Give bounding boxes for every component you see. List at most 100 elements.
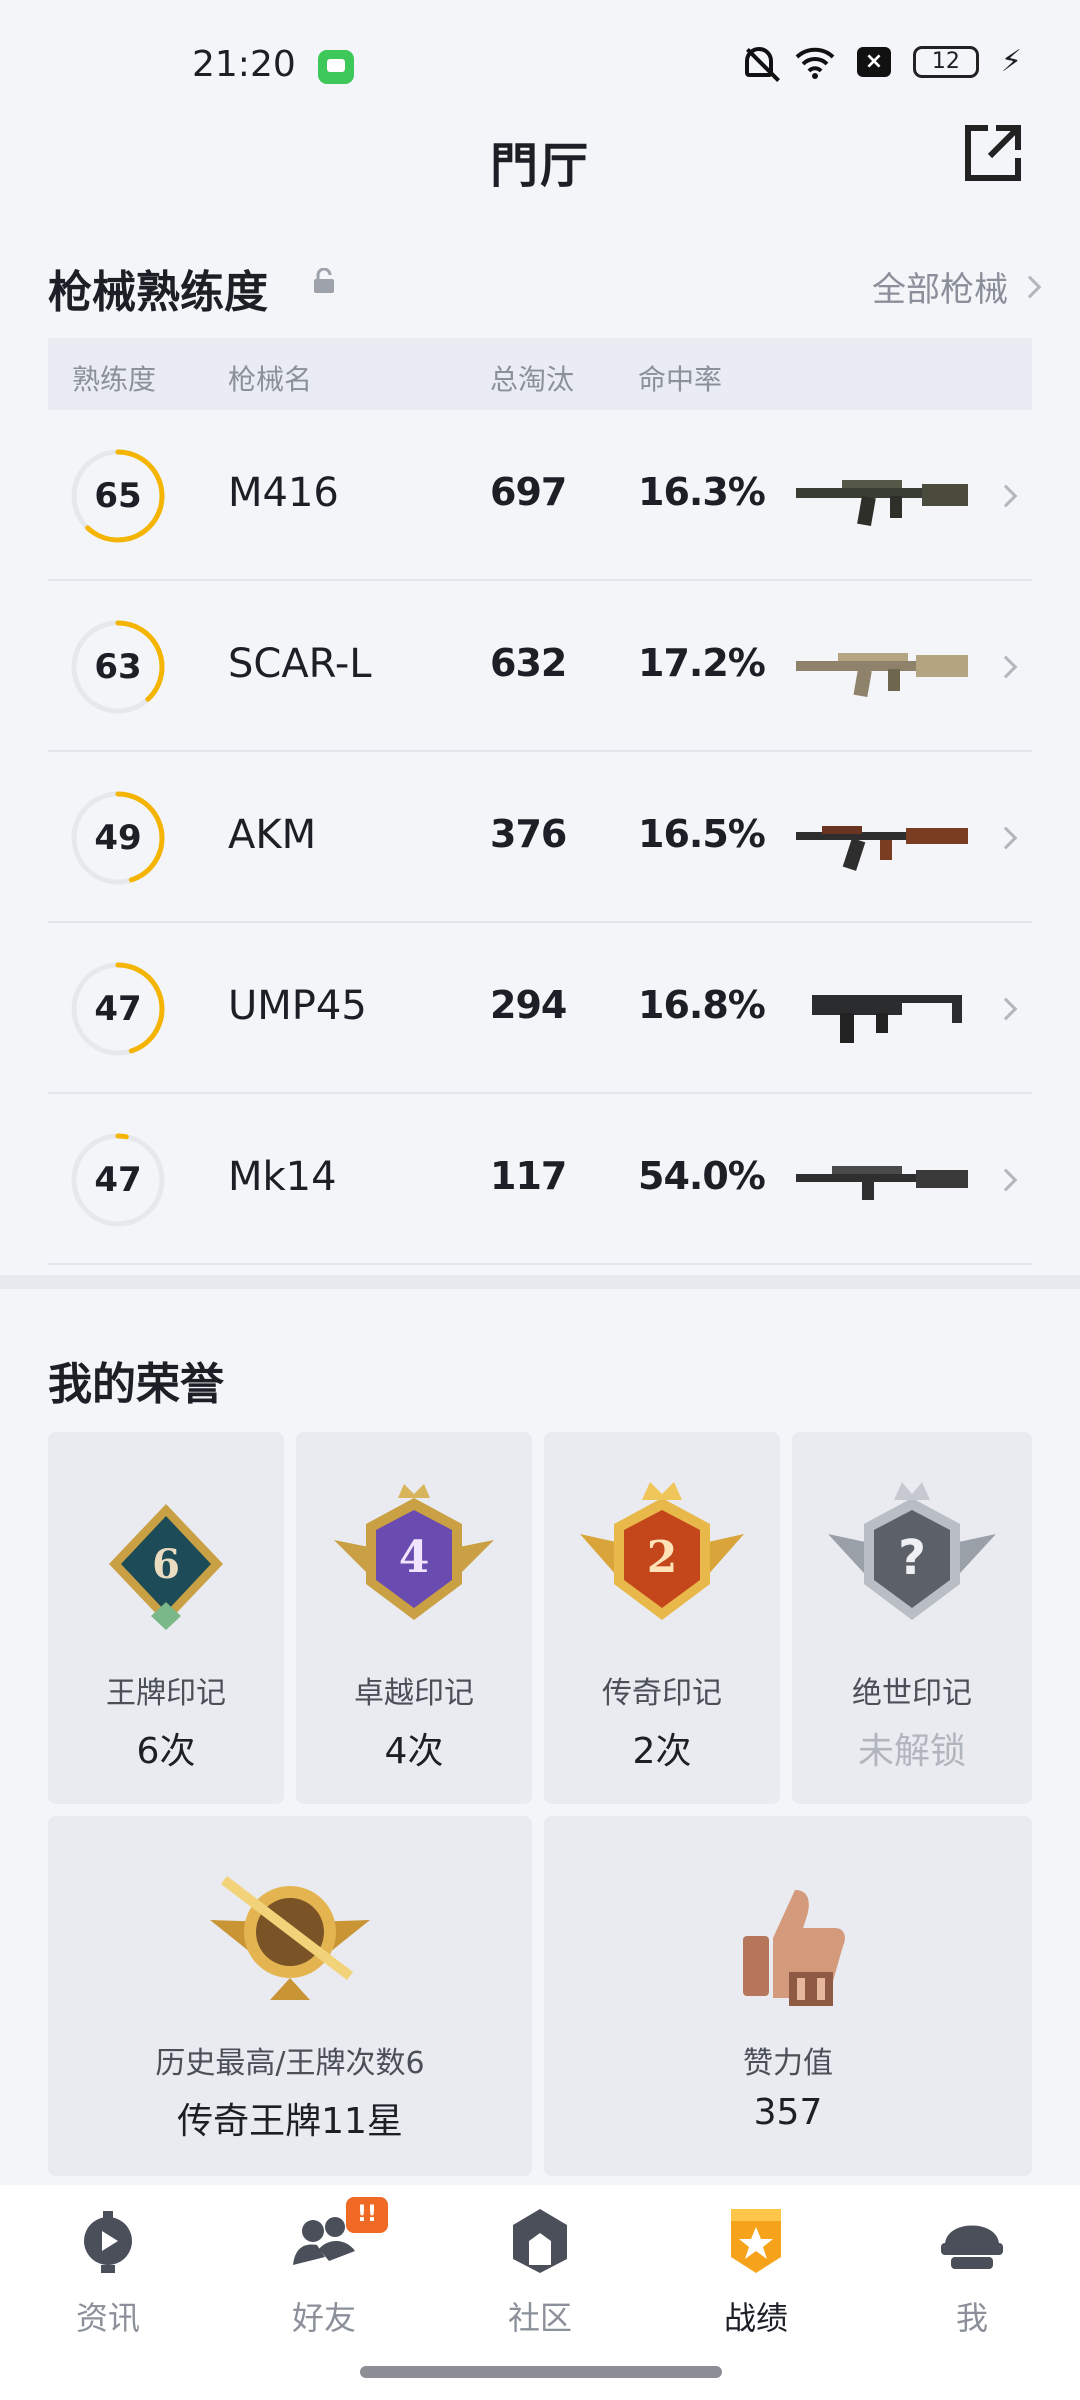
unlock-icon bbox=[314, 268, 334, 293]
honors-section-title: 我的荣誉 bbox=[48, 1359, 224, 1410]
friends-notification-badge: !! bbox=[346, 2197, 388, 2233]
weapon-name: SCAR-L bbox=[228, 641, 372, 687]
weapon-kills: 697 bbox=[490, 470, 567, 514]
message-notification-icon bbox=[318, 50, 354, 84]
likes-value: 357 bbox=[753, 2092, 823, 2133]
honor-value: 4次 bbox=[384, 1731, 444, 1772]
likes-card[interactable]: 赞力值 357 bbox=[544, 1816, 1032, 2176]
weapon-row[interactable]: 47 UMP45 294 16.8% bbox=[48, 923, 1032, 1094]
excellence-badge-number: 4 bbox=[399, 1532, 430, 1583]
honor-label: 王牌印记 bbox=[106, 1676, 226, 1711]
nav-item-me[interactable]: 我 bbox=[892, 2205, 1052, 2339]
all-weapons-label: 全部枪械 bbox=[872, 270, 1008, 310]
honor-value: 2次 bbox=[632, 1731, 692, 1772]
weapon-name: Mk14 bbox=[228, 1154, 337, 1200]
weapon-accuracy: 16.3% bbox=[638, 470, 766, 514]
nav-item-community[interactable]: 社区 bbox=[460, 2205, 620, 2339]
excellence-mark-badge-icon: 4 bbox=[334, 1484, 494, 1620]
weapon-image-icon bbox=[796, 1166, 968, 1200]
column-header-name: 枪械名 bbox=[228, 363, 313, 396]
nav-item-record[interactable]: 战绩 bbox=[676, 2205, 836, 2339]
honor-label: 传奇印记 bbox=[602, 1676, 722, 1711]
weapon-row[interactable]: 63 SCAR-L 632 17.2% bbox=[48, 581, 1032, 752]
close-box-icon: × bbox=[856, 46, 891, 77]
status-time: 21:20 bbox=[192, 44, 296, 85]
mastery-level: 65 bbox=[94, 476, 142, 516]
weapon-accuracy: 16.8% bbox=[638, 983, 766, 1027]
nav-label: 战绩 bbox=[723, 2299, 788, 2337]
news-icon bbox=[84, 2211, 132, 2273]
highest-rank-value: 传奇王牌11星 bbox=[177, 2101, 403, 2142]
column-header-kills: 总淘汰 bbox=[490, 363, 575, 396]
mastery-level: 49 bbox=[94, 818, 142, 858]
all-weapons-link[interactable]: 全部枪械 bbox=[872, 262, 1042, 311]
highest-rank-card[interactable]: 历史最高/王牌次数6 传奇王牌11星 bbox=[48, 1816, 532, 2176]
weapon-row[interactable]: 65 M416 697 16.3% bbox=[48, 410, 1032, 581]
column-header-accuracy: 命中率 bbox=[638, 363, 723, 396]
weapons-section-title: 枪械熟练度 bbox=[48, 267, 268, 318]
highest-rank-label: 历史最高/王牌次数6 bbox=[155, 2046, 425, 2081]
honor-label: 卓越印记 bbox=[354, 1676, 474, 1711]
likes-label: 赞力值 bbox=[743, 2046, 833, 2081]
mastery-level: 47 bbox=[94, 1160, 142, 1200]
charging-icon: ⚡ bbox=[1000, 44, 1022, 79]
weapon-image-icon bbox=[796, 653, 968, 698]
weapon-kills: 376 bbox=[490, 812, 567, 856]
nav-label: 资讯 bbox=[75, 2299, 140, 2337]
section-divider bbox=[0, 1275, 1080, 1289]
weapon-row[interactable]: 49 AKM 376 16.5% bbox=[48, 752, 1032, 923]
record-icon bbox=[731, 2209, 781, 2273]
legend-mark-badge-icon: 2 bbox=[580, 1482, 744, 1620]
honor-card-peerless[interactable]: ? 绝世印记 未解锁 bbox=[792, 1432, 1032, 1804]
weapon-name: UMP45 bbox=[228, 983, 367, 1029]
nav-label: 我 bbox=[955, 2299, 988, 2337]
peerless-mark-badge-icon: ? bbox=[828, 1482, 996, 1620]
peerless-badge-symbol: ? bbox=[898, 1530, 926, 1586]
rank-emblem-icon bbox=[210, 1876, 370, 2000]
chevron-right-icon bbox=[1018, 275, 1042, 298]
weapon-name: M416 bbox=[228, 470, 339, 516]
weapon-accuracy: 16.5% bbox=[638, 812, 766, 856]
weapons-table-header: 熟练度 枪械名 总淘汰 命中率 bbox=[48, 338, 1032, 410]
status-bar: 21:20 × 12 ⚡ bbox=[0, 0, 1080, 130]
weapon-accuracy: 17.2% bbox=[638, 641, 766, 685]
legend-badge-number: 2 bbox=[647, 1532, 678, 1583]
page-title: 門厅 bbox=[489, 138, 590, 194]
chevron-right-icon bbox=[994, 1168, 1018, 1192]
ace-mark-badge-icon: 6 bbox=[109, 1504, 223, 1630]
mastery-level: 47 bbox=[94, 989, 142, 1029]
mastery-level: 63 bbox=[94, 647, 142, 687]
weapon-image-icon bbox=[812, 995, 962, 1043]
community-icon bbox=[513, 2209, 567, 2273]
chevron-right-icon bbox=[994, 826, 1018, 850]
battery-icon: 12 bbox=[912, 45, 979, 78]
weapon-image-icon bbox=[796, 480, 968, 527]
honor-value: 未解锁 bbox=[857, 1731, 966, 1772]
wifi-icon bbox=[795, 45, 835, 79]
honor-label: 绝世印记 bbox=[852, 1676, 972, 1711]
nav-label: 好友 bbox=[291, 2299, 356, 2337]
honor-card-ace[interactable]: 6 王牌印记 6次 bbox=[48, 1432, 284, 1804]
me-icon bbox=[941, 2225, 1003, 2269]
home-indicator[interactable] bbox=[360, 2366, 722, 2378]
nav-label: 社区 bbox=[507, 2299, 572, 2337]
honor-value: 6次 bbox=[136, 1731, 196, 1772]
weapon-name: AKM bbox=[228, 812, 317, 858]
chevron-right-icon bbox=[994, 655, 1018, 679]
weapon-kills: 294 bbox=[490, 983, 567, 1027]
thumbs-up-icon bbox=[743, 1890, 845, 2006]
column-header-level: 熟练度 bbox=[72, 363, 157, 396]
mute-icon bbox=[744, 46, 773, 77]
weapon-kills: 632 bbox=[490, 641, 567, 685]
ace-badge-number: 6 bbox=[152, 1541, 180, 1588]
honor-card-legend[interactable]: 2 传奇印记 2次 bbox=[544, 1432, 780, 1804]
chevron-right-icon bbox=[994, 997, 1018, 1021]
weapon-row[interactable]: 47 Mk14 117 54.0% bbox=[48, 1094, 1032, 1265]
share-icon[interactable] bbox=[962, 122, 1024, 184]
honor-card-excellence[interactable]: 4 卓越印记 4次 bbox=[296, 1432, 532, 1804]
chevron-right-icon bbox=[994, 484, 1018, 508]
weapon-accuracy: 54.0% bbox=[638, 1154, 766, 1198]
weapon-image-icon bbox=[796, 826, 968, 871]
weapon-kills: 117 bbox=[490, 1154, 567, 1198]
nav-item-news[interactable]: 资讯 bbox=[28, 2205, 188, 2339]
